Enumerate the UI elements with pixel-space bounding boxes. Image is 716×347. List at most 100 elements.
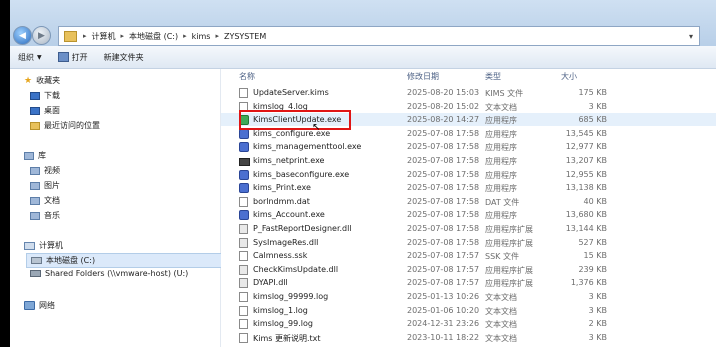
application-icon (239, 142, 249, 153)
network-drive-icon (30, 270, 41, 277)
file-name: SysImageRes.dll (253, 237, 319, 247)
file-row[interactable]: CheckKimsUpdate.dll 2025-07-08 17:57 应用程序扩… (221, 263, 716, 276)
new-folder-button[interactable]: 新建文件夹 (96, 52, 152, 63)
file-size: 3 KB (588, 101, 607, 111)
sidebar-item-libraries[interactable]: 库 (24, 150, 46, 161)
sidebar-item-desktop[interactable]: 桌面 (30, 105, 60, 116)
file-date: 2025-07-08 17:58 (407, 156, 480, 165)
dll-file-icon (239, 237, 248, 248)
file-date: 2025-08-20 15:03 (407, 88, 480, 97)
breadcrumb-separator[interactable]: ▸ (80, 32, 90, 40)
sidebar-item-videos[interactable]: 视频 (30, 165, 60, 176)
sidebar-item-label: 计算机 (39, 241, 63, 250)
breadcrumb-computer[interactable]: 计算机 (90, 31, 118, 42)
file-size: 12,955 KB (565, 169, 607, 179)
file-row[interactable]: Kims 更新说明.txt 2023-10-11 18:22 文本文档 3 KB (221, 331, 716, 344)
file-row[interactable]: P_FastReportDesigner.dll 2025-07-08 17:58… (221, 222, 716, 235)
file-type: 文本文档 (485, 306, 517, 316)
back-button[interactable]: ◀ (13, 26, 32, 45)
sidebar-item-computer[interactable]: 计算机 (24, 240, 63, 251)
breadcrumb-separator[interactable]: ▸ (212, 32, 222, 40)
file-name: Calmness.ssk (253, 251, 308, 261)
file-row[interactable]: borlndmm.dat 2025-07-08 17:58 DAT 文件 40 KB (221, 195, 716, 208)
file-size: 13,680 KB (565, 210, 607, 220)
file-type: 应用程序 (485, 157, 517, 166)
desktop-icon (30, 106, 40, 115)
sidebar-item-pictures[interactable]: 图片 (30, 180, 60, 191)
file-type: 应用程序扩展 (485, 225, 533, 234)
document-icon (239, 319, 248, 330)
open-icon (57, 52, 69, 62)
new-folder-label: 新建文件夹 (103, 52, 144, 62)
file-row[interactable]: kims_managementtool.exe 2025-07-08 17:58 应… (221, 140, 716, 153)
address-bar[interactable]: ▸ 计算机 ▸ 本地磁盘 (C:) ▸ kims ▸ ZYSYSTEM ▾ (58, 26, 700, 46)
sidebar-item-favorites[interactable]: ★ 收藏夹 (24, 75, 60, 86)
file-row[interactable]: kimslog_1.log 2025-01-06 10:20 文本文档 3 KB (221, 304, 716, 317)
sidebar-item-music[interactable]: 音乐 (30, 210, 60, 221)
file-row[interactable]: Calmness.ssk 2025-07-08 17:57 SSK 文件 15 KB (221, 249, 716, 262)
recent-places-icon (30, 121, 40, 130)
file-date: 2025-07-08 17:58 (407, 210, 480, 220)
file-name: kims_netprint.exe (253, 156, 325, 165)
document-icon (239, 88, 248, 98)
document-icon (239, 251, 248, 262)
open-button[interactable]: 打开 (50, 52, 96, 63)
file-row[interactable]: kims_netprint.exe 2025-07-08 17:58 应用程序 13,… (221, 154, 716, 167)
open-label: 打开 (71, 52, 88, 62)
file-row[interactable]: kims_Account.exe 2025-07-08 17:58 应用程序 13,6… (221, 208, 716, 221)
file-row[interactable]: kims_Print.exe 2025-07-08 17:58 应用程序 13,138… (221, 181, 716, 194)
printer-icon (239, 158, 250, 166)
file-name: kims_managementtool.exe (253, 142, 362, 152)
file-name: CheckKimsUpdate.dll (253, 264, 339, 274)
file-row[interactable]: kims_baseconfigure.exe 2025-07-08 17:58 应用… (221, 168, 716, 181)
file-size: 13,144 KB (565, 224, 607, 233)
breadcrumb-separator[interactable]: ▸ (118, 32, 128, 40)
sidebar-item-label: 本地磁盘 (C:) (46, 256, 96, 265)
file-size: 685 KB (578, 115, 607, 125)
forward-button[interactable]: ▶ (32, 26, 51, 45)
file-date: 2025-01-13 10:26 (407, 292, 480, 301)
file-name: P_FastReportDesigner.dll (253, 224, 352, 233)
chevron-down-icon[interactable]: ▾ (683, 32, 699, 41)
sidebar-item-local-disk[interactable]: 本地磁盘 (C:) (26, 253, 222, 268)
breadcrumb-zysystem[interactable]: ZYSYSTEM (222, 32, 268, 41)
file-type: 应用程序 (485, 129, 517, 139)
file-row[interactable]: kimslog_99999.log 2025-01-13 10:26 文本文档 3 K… (221, 290, 716, 303)
sidebar-item-downloads[interactable]: 下载 (30, 90, 60, 101)
network-icon (24, 301, 35, 310)
column-header-type[interactable]: 类型 (485, 71, 501, 82)
file-size: 3 KB (588, 305, 607, 315)
sidebar-item-shared-folders[interactable]: Shared Folders (\\vmware-host) (U:) (30, 269, 188, 278)
file-row[interactable]: kimslog_99.log 2024-12-31 23:26 文本文档 2 KB (221, 317, 716, 330)
file-row[interactable]: DYAPI.dll 2025-07-08 17:57 应用程序扩展 1,376 KB (221, 276, 716, 289)
sidebar-item-network[interactable]: 网络 (24, 300, 55, 311)
file-row[interactable]: UpdateServer.kims 2025-08-20 15:03 KIMS 文件… (221, 86, 716, 99)
document-icon (239, 305, 248, 316)
file-date: 2024-12-31 23:26 (407, 319, 480, 329)
file-name: Kims 更新说明.txt (253, 333, 321, 343)
file-size: 175 KB (578, 88, 607, 97)
column-header-date[interactable]: 修改日期 (407, 71, 439, 82)
file-name: kims_baseconfigure.exe (253, 169, 350, 179)
breadcrumb-separator[interactable]: ▸ (180, 32, 190, 40)
breadcrumb-local-disk[interactable]: 本地磁盘 (C:) (127, 31, 180, 42)
organize-button[interactable]: 组织 ▼ (10, 52, 50, 63)
file-date: 2025-07-08 17:57 (407, 251, 480, 261)
application-icon (239, 128, 249, 139)
file-row[interactable]: SysImageRes.dll 2025-07-08 17:58 应用程序扩展 527… (221, 236, 716, 249)
sidebar-item-label: 图片 (44, 181, 60, 190)
sidebar-item-label: 最近访问的位置 (44, 121, 100, 130)
file-date: 2025-08-20 15:02 (407, 101, 480, 111)
sidebar-item-label: 收藏夹 (36, 76, 61, 85)
picture-icon (30, 181, 40, 190)
file-type: 文本文档 (485, 333, 517, 343)
application-icon (239, 169, 249, 180)
sidebar-item-recent[interactable]: 最近访问的位置 (30, 120, 100, 131)
navigation-pane: ★ 收藏夹 下载 桌面 最近访问的位置 库 视频 图片 文档 音乐 计算机 本地… (10, 69, 222, 347)
column-header-size[interactable]: 大小 (561, 71, 577, 82)
download-folder-icon (30, 91, 40, 100)
breadcrumb-kims[interactable]: kims (190, 32, 213, 41)
sidebar-item-documents[interactable]: 文档 (30, 195, 60, 206)
column-header-name[interactable]: 名称 (239, 71, 255, 82)
file-size: 3 KB (588, 332, 607, 342)
